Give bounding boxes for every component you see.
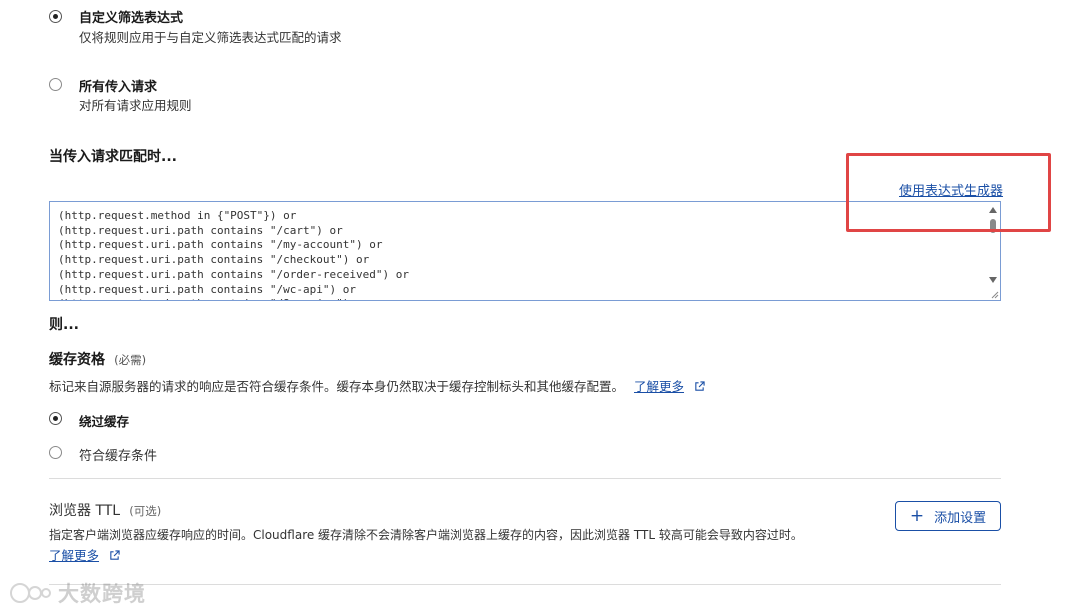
custom-expression-title: 自定义筛选表达式 — [79, 11, 184, 26]
all-requests-radio[interactable] — [49, 78, 62, 91]
external-link-icon[interactable] — [109, 550, 120, 561]
eligible-cache-radio[interactable] — [49, 446, 62, 459]
browser-ttl-learn-more-link[interactable]: 了解更多 — [49, 548, 99, 563]
resize-handle-icon[interactable] — [991, 291, 999, 299]
scroll-down-icon[interactable] — [989, 277, 997, 283]
cache-eligibility-description-row: 标记来自源服务器的请求的响应是否符合缓存条件。缓存本身仍然取决于缓存控制标头和其… — [49, 376, 705, 395]
browser-ttl-header: 浏览器 TTL (可选) — [49, 500, 161, 520]
cache-eligibility-description: 标记来自源服务器的请求的响应是否符合缓存条件。缓存本身仍然取决于缓存控制标头和其… — [49, 379, 625, 394]
watermark: 大数跨境 — [8, 578, 146, 608]
browser-ttl-title: 浏览器 TTL — [49, 503, 121, 519]
cache-eligibility-header: 缓存资格 (必需) — [49, 349, 146, 369]
plus-icon: + — [909, 505, 925, 526]
bypass-cache-label: 绕过缓存 — [79, 414, 130, 429]
custom-expression-radio[interactable] — [49, 10, 62, 23]
optional-tag: (可选) — [129, 504, 162, 518]
add-setting-label: 添加设置 — [934, 510, 987, 526]
bypass-cache-radio[interactable] — [49, 412, 62, 425]
watermark-text: 大数跨境 — [58, 582, 146, 606]
all-requests-description: 对所有请求应用规则 — [79, 98, 192, 113]
all-requests-title: 所有传入请求 — [79, 80, 158, 95]
add-setting-button[interactable]: + 添加设置 — [895, 501, 1001, 531]
cache-eligibility-title: 缓存资格 — [49, 352, 105, 368]
browser-ttl-description: 指定客户端浏览器应缓存响应的时间。Cloudflare 缓存清除不会清除客户端浏… — [49, 528, 803, 542]
section-divider — [49, 478, 1001, 479]
then-heading: 则... — [49, 317, 79, 333]
bottom-divider — [49, 584, 1001, 585]
external-link-icon[interactable] — [694, 381, 705, 392]
required-tag: (必需) — [114, 353, 147, 367]
cache-learn-more-link[interactable]: 了解更多 — [634, 379, 684, 394]
match-heading: 当传入请求匹配时... — [49, 149, 177, 165]
custom-expression-description: 仅将规则应用于与自定义筛选表达式匹配的请求 — [79, 30, 342, 45]
browser-ttl-learn-more-row: 了解更多 — [49, 545, 120, 564]
watermark-logo-icon — [10, 583, 51, 603]
expression-text[interactable]: (http.request.method in {"POST"}) or (ht… — [58, 209, 409, 300]
eligible-cache-label: 符合缓存条件 — [79, 449, 158, 464]
highlight-box — [846, 153, 1051, 232]
